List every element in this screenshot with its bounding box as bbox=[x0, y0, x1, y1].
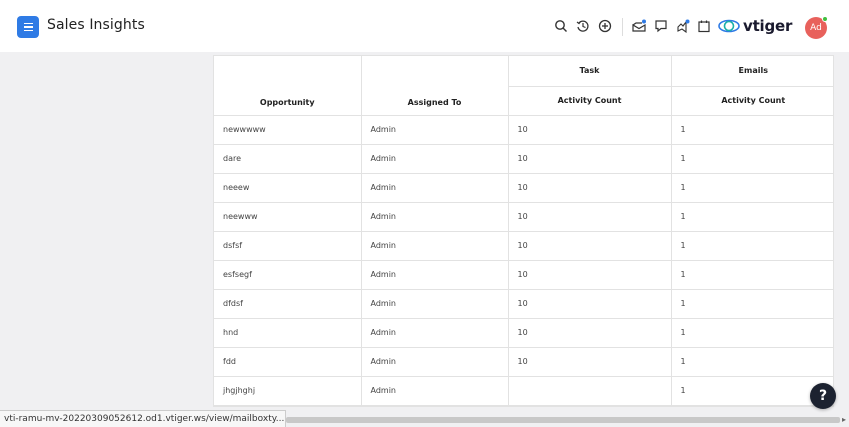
activity-icon[interactable] bbox=[676, 19, 690, 33]
task-count-cell: 10 bbox=[508, 231, 672, 261]
table-row[interactable]: esfsegf Admin 10 1 bbox=[214, 260, 833, 290]
assigned-to-cell: Admin bbox=[361, 202, 509, 232]
task-activity-count-header[interactable]: Activity Count bbox=[508, 86, 672, 116]
table-row[interactable]: fdd Admin 10 1 bbox=[214, 347, 833, 377]
task-count-cell: 10 bbox=[508, 173, 672, 203]
opportunity-cell[interactable]: esfsegf bbox=[214, 260, 362, 290]
email-count-cell: 1 bbox=[671, 115, 833, 145]
opportunity-cell[interactable]: dsfsf bbox=[214, 231, 362, 261]
table-row[interactable]: dfdsf Admin 10 1 bbox=[214, 289, 833, 319]
insights-table: Opportunity Assigned To Task Emails Acti… bbox=[214, 56, 833, 406]
mail-icon[interactable] bbox=[632, 19, 646, 33]
menu-icon[interactable] bbox=[17, 16, 39, 38]
email-activity-count-header[interactable]: Activity Count bbox=[671, 86, 833, 116]
assigned-to-cell: Admin bbox=[361, 318, 509, 348]
brand-logo[interactable]: vtiger bbox=[718, 16, 792, 36]
scroll-right-arrow-icon[interactable]: ▸ bbox=[842, 415, 846, 424]
horizontal-scrollbar[interactable] bbox=[286, 417, 840, 423]
opportunity-cell[interactable]: neewww bbox=[214, 202, 362, 232]
opportunity-cell[interactable]: dfdsf bbox=[214, 289, 362, 319]
assigned-to-cell: Admin bbox=[361, 115, 509, 145]
task-count-cell: 10 bbox=[508, 202, 672, 232]
help-button[interactable]: ? bbox=[810, 383, 836, 409]
opportunity-cell[interactable]: fdd bbox=[214, 347, 362, 377]
email-count-cell: 1 bbox=[671, 202, 833, 232]
email-count-cell: 1 bbox=[671, 376, 833, 406]
brand-name: vtiger bbox=[743, 17, 793, 35]
assigned-to-cell: Admin bbox=[361, 260, 509, 290]
insights-table-panel: Opportunity Assigned To Task Emails Acti… bbox=[213, 55, 834, 407]
task-count-cell: 10 bbox=[508, 144, 672, 174]
task-count-cell: 10 bbox=[508, 318, 672, 348]
table-row[interactable]: dsfsf Admin 10 1 bbox=[214, 231, 833, 261]
table-row[interactable]: hnd Admin 10 1 bbox=[214, 318, 833, 348]
task-count-cell: 10 bbox=[508, 260, 672, 290]
chat-icon[interactable] bbox=[654, 19, 668, 33]
task-count-cell: 10 bbox=[508, 289, 672, 319]
assigned-to-cell: Admin bbox=[361, 289, 509, 319]
table-row[interactable]: jhgjhghj Admin 1 bbox=[214, 376, 833, 406]
email-count-cell: 1 bbox=[671, 289, 833, 319]
table-row[interactable]: neewww Admin 10 1 bbox=[214, 202, 833, 232]
top-bar: Sales Insights vtiger Ad bbox=[0, 0, 849, 52]
email-count-cell: 1 bbox=[671, 144, 833, 174]
table-row[interactable]: dare Admin 10 1 bbox=[214, 144, 833, 174]
opportunity-cell[interactable]: dare bbox=[214, 144, 362, 174]
history-icon[interactable] bbox=[576, 19, 590, 33]
opportunity-cell[interactable]: neeew bbox=[214, 173, 362, 203]
assigned-to-cell: Admin bbox=[361, 173, 509, 203]
online-status-dot bbox=[822, 16, 828, 22]
email-count-cell: 1 bbox=[671, 231, 833, 261]
assigned-to-cell: Admin bbox=[361, 347, 509, 377]
calendar-icon[interactable] bbox=[697, 19, 711, 33]
assigned-to-cell: Admin bbox=[361, 231, 509, 261]
vtiger-logo-icon bbox=[718, 19, 740, 33]
email-count-cell: 1 bbox=[671, 318, 833, 348]
assigned-to-cell: Admin bbox=[361, 376, 509, 406]
status-bar-url: vti-ramu-mv-20220309052612.od1.vtiger.ws… bbox=[0, 410, 286, 427]
header-divider bbox=[622, 18, 623, 36]
table-row[interactable]: neeew Admin 10 1 bbox=[214, 173, 833, 203]
email-count-cell: 1 bbox=[671, 260, 833, 290]
search-icon[interactable] bbox=[554, 19, 568, 33]
opportunity-cell[interactable]: jhgjhghj bbox=[214, 376, 362, 406]
app-title: Sales Insights bbox=[47, 17, 145, 33]
assigned-to-cell: Admin bbox=[361, 144, 509, 174]
task-count-cell: 10 bbox=[508, 347, 672, 377]
opportunity-cell[interactable]: newwwww bbox=[214, 115, 362, 145]
task-count-cell: 10 bbox=[508, 115, 672, 145]
opportunity-header[interactable]: Opportunity bbox=[214, 56, 362, 116]
table-row[interactable]: newwwww Admin 10 1 bbox=[214, 115, 833, 145]
add-icon[interactable] bbox=[598, 19, 612, 33]
opportunity-cell[interactable]: hnd bbox=[214, 318, 362, 348]
task-group-header: Task bbox=[508, 56, 672, 87]
assigned-to-header[interactable]: Assigned To bbox=[361, 56, 509, 116]
email-count-cell: 1 bbox=[671, 173, 833, 203]
emails-group-header: Emails bbox=[671, 56, 833, 87]
task-count-cell bbox=[508, 376, 672, 406]
email-count-cell: 1 bbox=[671, 347, 833, 377]
